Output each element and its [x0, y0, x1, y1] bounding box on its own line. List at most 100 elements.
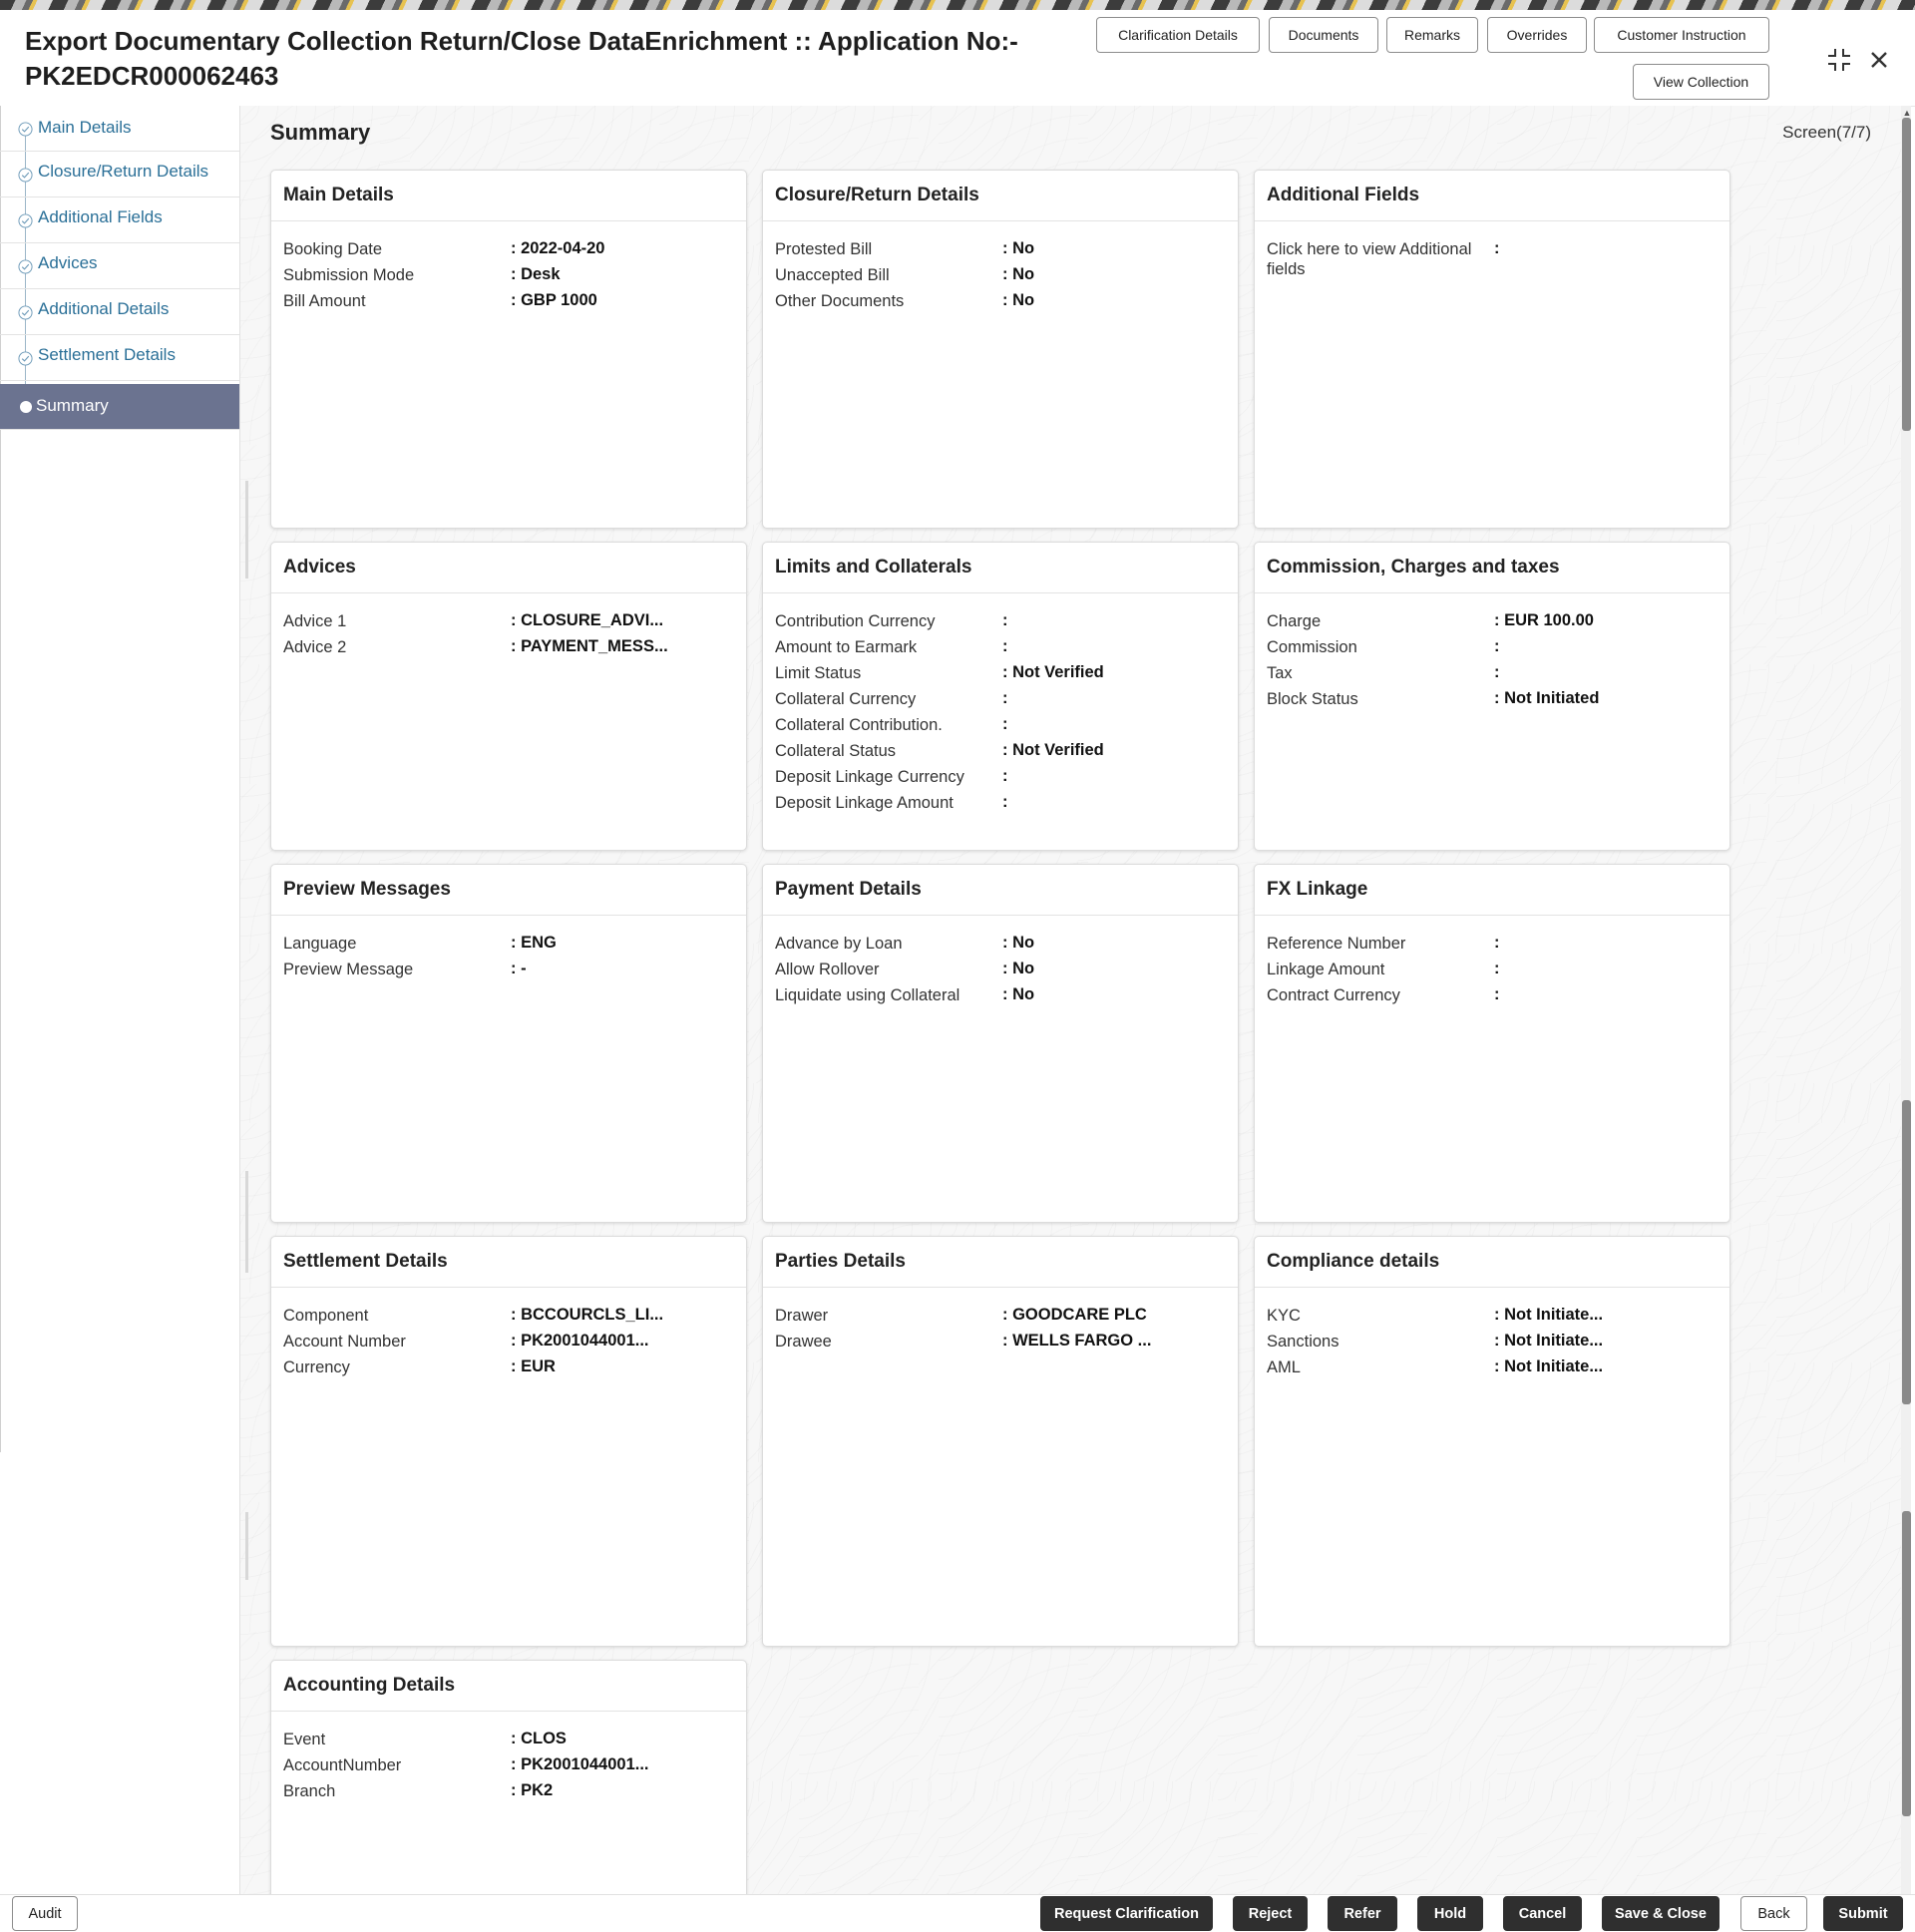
card-parties-details: Parties Details Drawer: GOODCARE PLC Dra…: [762, 1236, 1239, 1647]
field-label: Deposit Linkage Currency: [775, 768, 964, 786]
view-collection-button[interactable]: View Collection: [1633, 64, 1769, 100]
overrides-button[interactable]: Overrides: [1487, 17, 1587, 53]
field-label: Protested Bill: [775, 240, 873, 258]
field-value: :: [1494, 960, 1500, 977]
field-label: Allow Rollover: [775, 961, 880, 978]
field-value: : No: [1002, 985, 1035, 1003]
main-content: Summary Screen(7/7) Main Details Booking…: [240, 106, 1901, 1899]
field-value: :: [1494, 239, 1500, 257]
header-bar: Export Documentary Collection Return/Clo…: [0, 10, 1915, 107]
close-icon[interactable]: [1865, 46, 1893, 74]
current-step-dot-icon: [20, 401, 32, 413]
field-value: : PK2001044001...: [511, 1332, 649, 1350]
scroll-marker: [245, 1171, 248, 1273]
card-main-details: Main Details Booking Date: 2022-04-20 Su…: [270, 170, 747, 529]
check-circle-icon: [18, 213, 33, 228]
scrollbar-thumb-secondary: [1902, 1511, 1911, 1816]
field-value: : GBP 1000: [511, 291, 597, 309]
field-label: KYC: [1267, 1307, 1301, 1325]
card-title: Advices: [271, 543, 746, 593]
clarification-details-button[interactable]: Clarification Details: [1096, 17, 1260, 53]
field-label: Block Status: [1267, 690, 1358, 708]
field-label: Language: [283, 935, 357, 953]
field-label: Component: [283, 1307, 369, 1325]
field-label: Submission Mode: [283, 266, 415, 284]
card-settlement-details: Settlement Details Component: BCCOURCLS_…: [270, 1236, 747, 1647]
card-title: FX Linkage: [1255, 865, 1729, 916]
sidebar-item-label: Settlement Details: [38, 345, 176, 364]
card-title: Parties Details: [763, 1237, 1238, 1288]
field-value: : PK2001044001...: [511, 1755, 649, 1773]
submit-button[interactable]: Submit: [1823, 1896, 1903, 1931]
sidebar-item-additional-details[interactable]: Additional Details: [0, 289, 239, 335]
field-label: Drawer: [775, 1307, 829, 1325]
field-value: : No: [1002, 239, 1035, 257]
field-value: : PAYMENT_MESS...: [511, 637, 668, 655]
documents-button[interactable]: Documents: [1269, 17, 1378, 53]
field-label: Deposit Linkage Amount: [775, 794, 954, 812]
audit-button[interactable]: Audit: [12, 1896, 78, 1931]
check-circle-icon: [18, 259, 33, 274]
sidebar-item-additional-fields[interactable]: Additional Fields: [0, 197, 239, 243]
field-label: Account Number: [283, 1333, 406, 1351]
scroll-marker: [245, 1512, 248, 1580]
field-value: :: [1002, 611, 1008, 629]
field-value: :: [1002, 715, 1008, 733]
scrollbar-thumb[interactable]: [1902, 118, 1911, 431]
field-label: Advice 2: [283, 638, 347, 656]
field-label: Limit Status: [775, 664, 862, 682]
back-button[interactable]: Back: [1740, 1896, 1807, 1931]
cancel-button[interactable]: Cancel: [1503, 1896, 1582, 1931]
sidebar-item-advices[interactable]: Advices: [0, 243, 239, 289]
view-additional-fields-link[interactable]: Click here to view Additional fields: [1267, 239, 1481, 279]
field-value: : Not Initiated: [1494, 689, 1600, 707]
card-title: Commission, Charges and taxes: [1255, 543, 1729, 593]
field-label: Linkage Amount: [1267, 961, 1385, 978]
field-label: Branch: [283, 1782, 336, 1800]
card-accounting-details: Accounting Details Event: CLOS AccountNu…: [270, 1660, 747, 1899]
sidebar-item-main-details[interactable]: Main Details: [0, 106, 239, 152]
field-value: : Not Initiate...: [1494, 1306, 1604, 1324]
field-label: Currency: [283, 1358, 350, 1376]
field-label: Drawee: [775, 1333, 832, 1351]
field-label: Booking Date: [283, 240, 383, 258]
card-title: Main Details: [271, 171, 746, 221]
field-value: : No: [1002, 934, 1035, 952]
scroll-up-icon[interactable]: ▲: [1902, 108, 1912, 118]
footer-action-bar: Audit Request Clarification Reject Refer…: [0, 1894, 1915, 1932]
field-value: : ENG: [511, 934, 557, 952]
field-value: : No: [1002, 291, 1035, 309]
sidebar-item-label: Summary: [36, 396, 109, 415]
card-title: Accounting Details: [271, 1661, 746, 1712]
sidebar-item-settlement-details[interactable]: Settlement Details: [0, 335, 239, 381]
reject-button[interactable]: Reject: [1233, 1896, 1308, 1931]
field-label: Contract Currency: [1267, 986, 1400, 1004]
field-value: : BCCOURCLS_LI...: [511, 1306, 664, 1324]
field-label: Advice 1: [283, 612, 347, 630]
check-circle-icon: [18, 168, 33, 183]
card-title: Payment Details: [763, 865, 1238, 916]
field-label: Tax: [1267, 664, 1293, 682]
field-value: : Not Initiate...: [1494, 1357, 1604, 1375]
sidebar-item-summary[interactable]: Summary: [0, 384, 239, 430]
remarks-button[interactable]: Remarks: [1386, 17, 1478, 53]
field-label: Charge: [1267, 612, 1322, 630]
card-closure-return-details: Closure/Return Details Protested Bill: N…: [762, 170, 1239, 529]
request-clarification-button[interactable]: Request Clarification: [1040, 1896, 1213, 1931]
card-payment-details: Payment Details Advance by Loan: No Allo…: [762, 864, 1239, 1223]
field-label: Sanctions: [1267, 1333, 1340, 1351]
field-label: Commission: [1267, 638, 1357, 656]
customer-instruction-button[interactable]: Customer Instruction: [1594, 17, 1769, 53]
card-preview-messages: Preview Messages Language: ENG Preview M…: [270, 864, 747, 1223]
page-title: Export Documentary Collection Return/Clo…: [25, 26, 1018, 91]
hold-button[interactable]: Hold: [1417, 1896, 1483, 1931]
sidebar-item-label: Additional Details: [38, 299, 170, 318]
collapse-icon[interactable]: [1825, 46, 1853, 74]
sidebar-item-closure-return-details[interactable]: Closure/Return Details: [0, 152, 239, 197]
field-label: Preview Message: [283, 961, 414, 978]
scrollbar-thumb-secondary: [1902, 1100, 1911, 1404]
save-and-close-button[interactable]: Save & Close: [1602, 1896, 1720, 1931]
check-circle-icon: [18, 305, 33, 320]
refer-button[interactable]: Refer: [1328, 1896, 1397, 1931]
sidebar-item-label: Additional Fields: [38, 207, 163, 226]
